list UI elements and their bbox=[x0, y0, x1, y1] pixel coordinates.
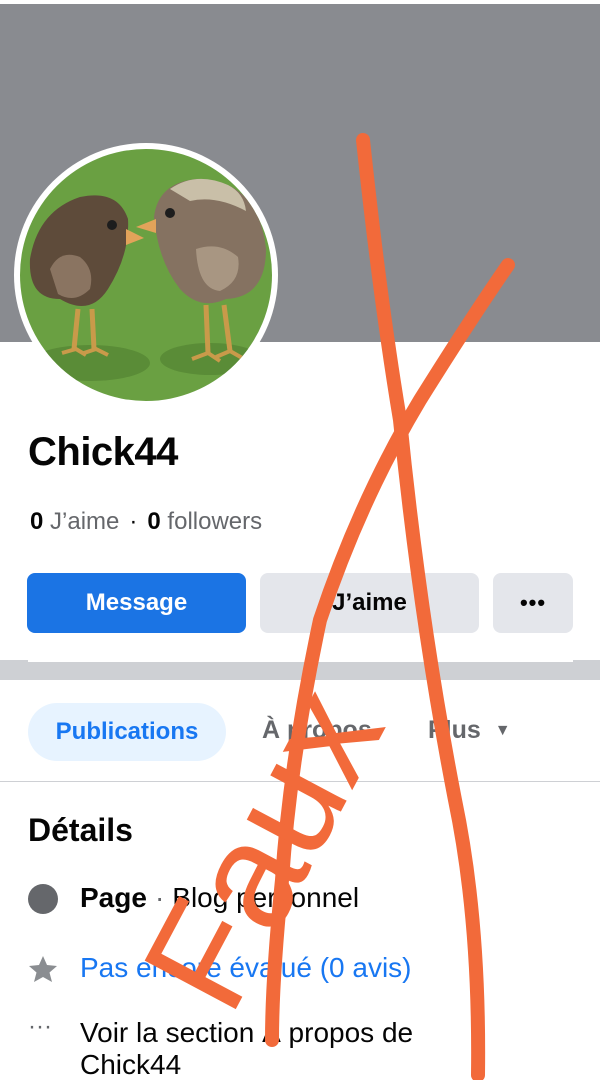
tab-more[interactable]: Plus ▼ bbox=[428, 716, 511, 745]
message-button-label: Message bbox=[85, 589, 188, 616]
category-prefix: Page bbox=[80, 882, 147, 913]
tabs-divider bbox=[0, 781, 600, 782]
category-separator: · bbox=[154, 882, 165, 913]
ellipsis-icon: ··· bbox=[28, 1013, 52, 1040]
page-title: Chick44 bbox=[28, 430, 178, 474]
avatar[interactable] bbox=[20, 149, 272, 401]
message-button[interactable]: Message bbox=[27, 573, 246, 633]
cross-stroke-2 bbox=[265, 258, 515, 1047]
more-options-button[interactable]: ••• bbox=[493, 573, 573, 633]
category-value: Blog personnel bbox=[172, 882, 360, 913]
tab-publications-label: Publications bbox=[55, 718, 199, 745]
likes-count: 0 bbox=[30, 508, 44, 535]
followers-label: followers bbox=[167, 508, 263, 535]
separator-highlight bbox=[28, 660, 573, 662]
likes-label: J’aime bbox=[50, 508, 120, 535]
stats-separator: · bbox=[129, 508, 138, 535]
rating-link[interactable]: Pas encore évalué (0 avis) bbox=[80, 952, 412, 984]
chicks-illustration bbox=[20, 149, 272, 401]
like-button[interactable]: J’aime bbox=[260, 573, 479, 633]
details-title: Détails bbox=[28, 812, 133, 848]
page-stats: 0 J’aime · 0 followers bbox=[30, 508, 262, 536]
section-separator bbox=[0, 660, 600, 680]
star-icon bbox=[29, 956, 57, 982]
caret-down-icon: ▼ bbox=[494, 722, 511, 740]
tab-about[interactable]: À propos bbox=[262, 716, 372, 745]
about-link-line2: Chick44 bbox=[80, 1049, 182, 1080]
page-flag-icon bbox=[28, 884, 58, 914]
tab-publications[interactable]: Publications bbox=[28, 703, 226, 761]
about-link[interactable]: Voir la section À propos de Chick44 bbox=[80, 1017, 413, 1081]
more-dots-icon: ••• bbox=[519, 590, 547, 615]
about-link-line1: Voir la section À propos de bbox=[80, 1017, 414, 1048]
tab-more-label: Plus bbox=[428, 716, 481, 744]
like-button-label: J’aime bbox=[332, 589, 407, 616]
status-divider bbox=[0, 0, 600, 4]
followers-count: 0 bbox=[147, 508, 161, 535]
